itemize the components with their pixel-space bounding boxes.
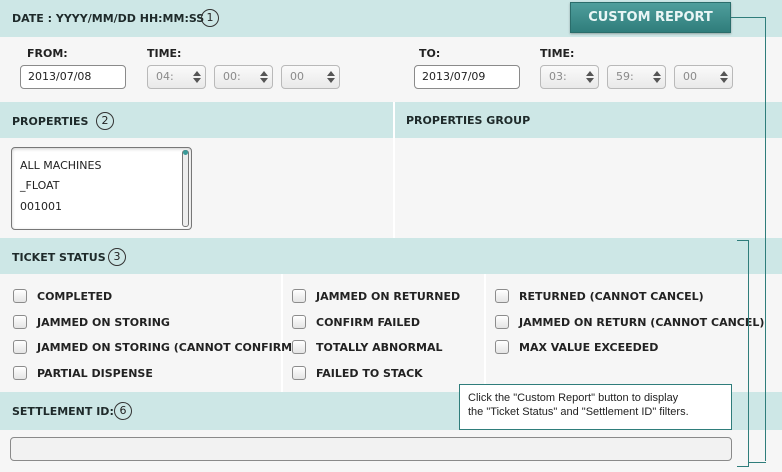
checkbox-returned-cannot-cancel[interactable]: RETURNED (CANNOT CANCEL) [495,289,704,303]
spinner-arrows-icon[interactable] [193,70,201,84]
ticket-col-divider-1 [281,274,283,392]
to-minute-value: 59: [616,70,634,83]
checkbox-icon[interactable] [13,366,27,380]
checkbox-jammed-on-storing-cannot-confirm[interactable]: JAMMED ON STORING (CANNOT CONFIRM) [13,340,297,354]
to-label: TO: [419,47,441,60]
properties-title: PROPERTIES [12,115,89,128]
settlement-title: SETTLEMENT ID: [12,405,114,418]
callout-bracket [737,240,749,467]
from-minute-spinner[interactable]: 00: [214,65,273,89]
step-6-marker: 6 [114,402,132,420]
ticket-status-title: TICKET STATUS [12,251,106,264]
custom-report-button[interactable]: CUSTOM REPORT [570,2,731,33]
checkbox-icon[interactable] [495,289,509,303]
step-1-marker: 1 [201,9,219,27]
from-second-value: 00 [290,70,304,83]
list-item[interactable]: ALL MACHINES [20,159,101,172]
checkbox-icon[interactable] [13,289,27,303]
from-hour-spinner[interactable]: 04: [147,65,206,89]
checkbox-completed[interactable]: COMPLETED [13,289,112,303]
tooltip-line-1: Click the "Custom Report" button to disp… [468,392,679,404]
from-time-label: TIME: [147,47,182,60]
checkbox-failed-to-stack[interactable]: FAILED TO STACK [292,366,423,380]
properties-group-panel [395,138,782,238]
callout-connector-top [731,17,766,18]
spinner-arrows-icon[interactable] [653,70,661,84]
spinner-arrows-icon[interactable] [260,70,268,84]
date-section-title: DATE : YYYY/MM/DD HH:MM:SS [12,12,205,25]
spinner-arrows-icon[interactable] [586,70,594,84]
from-date-input[interactable]: 2013/07/08 [20,65,126,89]
checkbox-label: JAMMED ON RETURNED [316,289,461,303]
step-2-marker: 2 [96,112,114,130]
checkbox-confirm-failed[interactable]: CONFIRM FAILED [292,315,420,329]
checkbox-totally-abnormal[interactable]: TOTALLY ABNORMAL [292,340,443,354]
ticket-col-divider-2 [484,274,486,392]
checkbox-icon[interactable] [292,366,306,380]
list-item[interactable]: _FLOAT [20,179,59,192]
checkbox-jammed-on-return-cannot-cancel[interactable]: JAMMED ON RETURN (CANNOT CANCEL) [495,315,764,329]
checkbox-partial-dispense[interactable]: PARTIAL DISPENSE [13,366,153,380]
callout-link [749,462,766,463]
to-second-spinner[interactable]: 00 [674,65,733,89]
checkbox-icon[interactable] [495,340,509,354]
from-second-spinner[interactable]: 00 [281,65,340,89]
checkbox-label: TOTALLY ABNORMAL [316,340,443,354]
callout-connector-right [765,17,766,461]
properties-group-title: PROPERTIES GROUP [406,114,531,127]
from-hour-value: 04: [156,70,174,83]
checkbox-jammed-on-returned[interactable]: JAMMED ON RETURNED [292,289,460,303]
listbox-scrollbar[interactable] [182,150,189,227]
checkbox-label: MAX VALUE EXCEEDED [519,340,659,354]
checkbox-icon[interactable] [292,315,306,329]
checkbox-label: JAMMED ON STORING (CANNOT CONFIRM) [37,340,298,354]
checkbox-label: COMPLETED [37,289,113,303]
checkbox-label: JAMMED ON RETURN (CANNOT CANCEL) [519,315,765,329]
to-time-label: TIME: [540,47,575,60]
to-hour-value: 03: [549,70,567,83]
checkbox-label: PARTIAL DISPENSE [37,366,153,380]
to-second-value: 00 [683,70,697,83]
custom-report-tooltip: Click the "Custom Report" button to disp… [459,384,732,430]
to-minute-spinner[interactable]: 59: [607,65,666,89]
to-date-input[interactable]: 2013/07/09 [414,65,520,89]
checkbox-label: RETURNED (CANNOT CANCEL) [519,289,704,303]
properties-header-band [0,102,782,138]
spinner-arrows-icon[interactable] [327,70,335,84]
checkbox-label: FAILED TO STACK [316,366,423,380]
checkbox-jammed-on-storing[interactable]: JAMMED ON STORING [13,315,170,329]
to-hour-spinner[interactable]: 03: [540,65,599,89]
checkbox-label: JAMMED ON STORING [37,315,170,329]
step-3-marker: 3 [108,248,126,266]
checkbox-label: CONFIRM FAILED [316,315,420,329]
checkbox-max-value-exceeded[interactable]: MAX VALUE EXCEEDED [495,340,658,354]
checkbox-icon[interactable] [292,340,306,354]
checkbox-icon[interactable] [495,315,509,329]
settlement-id-input[interactable] [10,437,732,461]
checkbox-icon[interactable] [13,315,27,329]
properties-listbox[interactable]: ALL MACHINES _FLOAT 001001 [11,147,192,230]
list-item[interactable]: 001001 [20,200,62,213]
spinner-arrows-icon[interactable] [720,70,728,84]
tooltip-line-2: the "Ticket Status" and "Settlement ID" … [468,406,689,418]
checkbox-icon[interactable] [13,340,27,354]
from-label: FROM: [27,47,68,60]
from-minute-value: 00: [223,70,241,83]
checkbox-icon[interactable] [292,289,306,303]
